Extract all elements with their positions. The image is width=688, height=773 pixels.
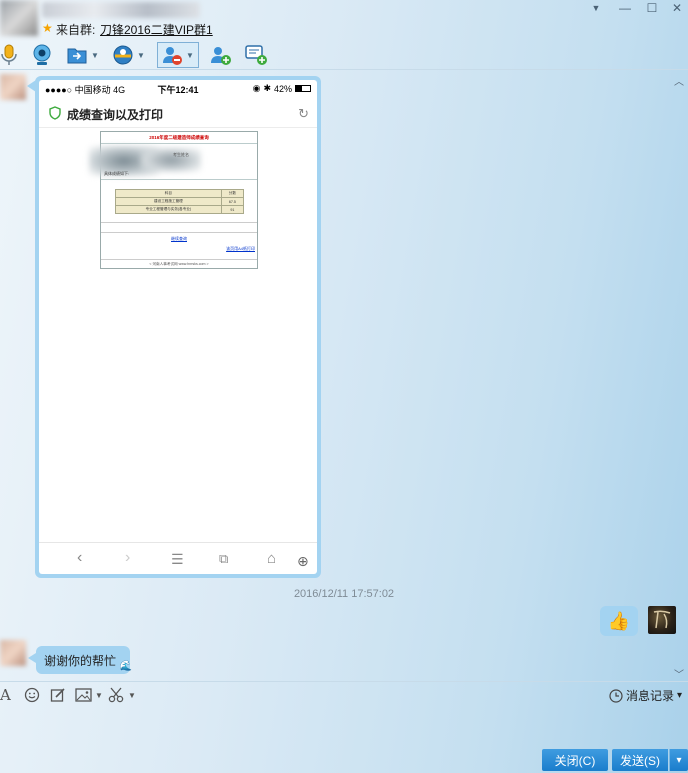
group-source-label: 来自群: (56, 23, 96, 37)
battery-icon (295, 85, 311, 92)
home-icon: ⌂ (267, 550, 277, 567)
chevron-down-icon: ▾ (676, 690, 682, 701)
redacted-info (141, 148, 201, 172)
chevron-down-icon[interactable]: ▼ (186, 51, 194, 60)
browser-nav-bar: ‹ › ☰ ⧉ ⌂ (39, 542, 317, 574)
table-cell: 专业工程管理与实务(各专业) (115, 205, 222, 214)
wave-icon: 🌊 (119, 661, 133, 672)
menu-arrow-icon[interactable]: ▼ (585, 0, 607, 16)
group-avatar[interactable] (0, 0, 38, 36)
score-table: 科目 分数 建设工程施工管理 67.5 专业工程管理与实务(各专业) 91 (115, 189, 245, 214)
close-button[interactable]: 关闭(C) (542, 749, 608, 771)
file-transfer-icon[interactable]: ▼ (66, 42, 99, 68)
avatar-art-icon (653, 610, 671, 629)
chat-toolbar: ▼ ▼ ▼ (0, 40, 688, 70)
thumbs-up-icon: 👍 (607, 610, 631, 631)
microphone-icon[interactable] (0, 42, 18, 68)
web-page-title: 成绩查询以及打印 (67, 108, 164, 122)
chevron-down-icon[interactable]: ▼ (128, 691, 136, 700)
maximize-button[interactable]: ☐ (641, 0, 663, 16)
table-row: 建设工程施工管理 67.5 (115, 197, 245, 206)
send-button[interactable]: 发送(S) (612, 749, 668, 771)
battery-percent: 42% (273, 83, 292, 94)
chevron-down-icon[interactable]: ▼ (137, 51, 145, 60)
scroll-down-button[interactable]: ﹀ (674, 666, 684, 681)
bubble-tail (28, 653, 36, 663)
reload-icon: ↻ (298, 106, 309, 121)
chevron-down-icon[interactable]: ▼ (91, 51, 99, 60)
score-report-page: 2016年度二级建造师成绩查询 考生姓名 具体成绩如下: 科目 分数 建设工程施… (89, 131, 258, 269)
menu-icon: ☰ (171, 551, 184, 567)
table-cell: 67.5 (220, 197, 245, 206)
lock-rotation-icon: ◉ (252, 83, 261, 93)
send-options-button[interactable]: ▾ (669, 749, 688, 771)
image-icon[interactable]: ▼ (75, 686, 103, 704)
chevron-down-icon[interactable]: ▼ (95, 691, 103, 700)
minimize-button[interactable]: — (614, 0, 636, 16)
edit-icon[interactable] (50, 686, 66, 704)
font-icon[interactable]: A (0, 686, 11, 704)
message-timestamp: 2016/12/11 17:57:02 (293, 588, 395, 600)
message-history-button[interactable]: 消息记录 ▾ (609, 687, 682, 704)
bluetooth-icon: ✱ (263, 83, 271, 93)
phone-status-bar: ●●●●○ 中国移动 4G 下午12:41 ◉ ✱ 42% (39, 82, 317, 96)
table-cell: 91 (220, 205, 245, 214)
shield-icon (49, 106, 61, 123)
sender-avatar[interactable] (0, 74, 26, 100)
divider (101, 232, 257, 233)
table-cell: 建设工程施工管理 (115, 197, 222, 206)
star-icon: ★ (42, 21, 53, 35)
score-page-footer: < 河南人事考试网 www.hnrsks.com > (101, 259, 257, 267)
score-label: 具体成绩如下: (104, 171, 130, 176)
create-discussion-icon[interactable] (244, 42, 268, 68)
table-cell: 分数 (220, 189, 245, 198)
name-label: 考生姓名 (173, 152, 189, 157)
remote-assist-icon[interactable]: ▼ (112, 42, 145, 68)
image-message-bubble[interactable]: ●●●●○ 中国移动 4G 下午12:41 ◉ ✱ 42% 成绩查询以及打印 ↻… (35, 76, 321, 578)
emoji-icon[interactable] (24, 686, 40, 704)
score-page-heading: 2016年度二级建造师成绩查询 (101, 132, 257, 144)
scroll-up-button[interactable]: ︿ (674, 73, 684, 88)
continue-query-link: 继续查询 (171, 236, 187, 241)
divider (101, 222, 257, 223)
table-row: 专业工程管理与实务(各专业) 91 (115, 205, 245, 214)
zoom-icon[interactable]: ⊕ (297, 553, 309, 570)
sender-avatar[interactable] (0, 640, 26, 666)
close-window-button[interactable]: ✕ (666, 0, 688, 16)
block-user-icon[interactable]: ▼ (157, 42, 199, 68)
title-bar: ★ 来自群: 刀锋2016二建VIP群1 ▼ — ☐ ✕ (0, 0, 688, 40)
input-toolbar: A ▼ ▼ 消息记录 ▾ (0, 681, 688, 707)
my-avatar[interactable] (648, 606, 676, 634)
thumbs-up-bubble[interactable]: 👍 (600, 606, 638, 636)
web-header: 成绩查询以及打印 ↻ (39, 100, 317, 128)
table-cell: 科目 (115, 189, 222, 198)
video-camera-icon[interactable] (30, 42, 54, 68)
back-icon: ‹ (77, 549, 83, 566)
text-message-bubble[interactable]: 谢谢你的帮忙 🌊 (36, 646, 133, 674)
add-friend-icon[interactable] (209, 42, 233, 68)
group-name-link[interactable]: 刀锋2016二建VIP群1 (100, 21, 213, 38)
screenshot-scissors-icon[interactable]: ▼ (108, 686, 136, 704)
print-link: 该页用A4纸打印 (226, 246, 255, 251)
battery-indicator: ◉ ✱ 42% (253, 83, 311, 94)
phone-screenshot[interactable]: ●●●●○ 中国移动 4G 下午12:41 ◉ ✱ 42% 成绩查询以及打印 ↻… (39, 80, 317, 574)
message-text: 谢谢你的帮忙 (44, 653, 117, 668)
tabs-icon: ⧉ (219, 551, 229, 566)
history-label: 消息记录 (625, 689, 674, 703)
forward-icon: › (125, 549, 131, 566)
table-row: 科目 分数 (115, 189, 245, 198)
clock-icon (609, 688, 623, 703)
contact-name-blurred (42, 2, 200, 18)
